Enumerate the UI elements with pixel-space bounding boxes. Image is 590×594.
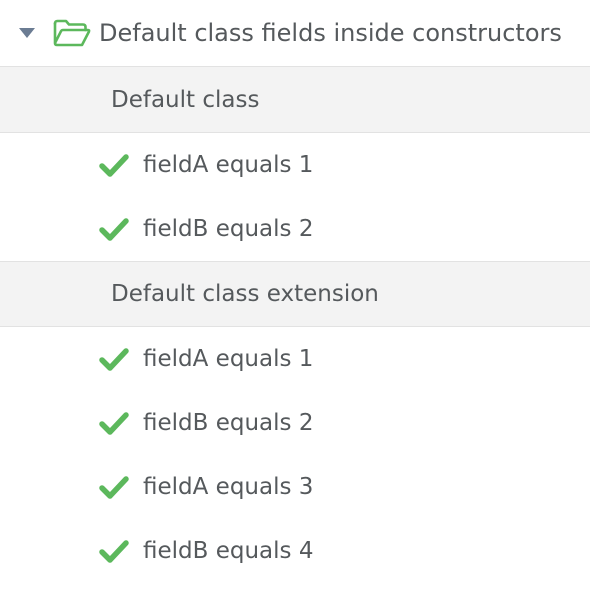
test-list: fieldA equals 1 fieldB equals 2 fieldA e… — [0, 327, 590, 583]
check-icon — [99, 411, 129, 435]
test-title: fieldA equals 1 — [143, 346, 314, 372]
test-row[interactable]: fieldB equals 4 — [0, 519, 590, 583]
test-title: fieldB equals 2 — [143, 216, 314, 242]
check-icon — [99, 539, 129, 563]
group-title: Default class — [111, 86, 260, 113]
test-row[interactable]: fieldB equals 2 — [0, 197, 590, 261]
test-title: fieldA equals 3 — [143, 474, 314, 500]
check-icon — [99, 217, 129, 241]
suite-title: Default class fields inside constructors — [99, 19, 562, 47]
suite-header[interactable]: Default class fields inside constructors — [0, 0, 590, 67]
test-title: fieldB equals 4 — [143, 538, 314, 564]
test-row[interactable]: fieldB equals 2 — [0, 391, 590, 455]
group-header[interactable]: Default class extension — [0, 261, 590, 327]
folder-open-icon — [53, 19, 91, 47]
group-header[interactable]: Default class — [0, 67, 590, 133]
test-row[interactable]: fieldA equals 1 — [0, 133, 590, 197]
test-title: fieldB equals 2 — [143, 410, 314, 436]
caret-down-icon[interactable] — [19, 28, 35, 38]
test-list: fieldA equals 1 fieldB equals 2 — [0, 133, 590, 261]
test-title: fieldA equals 1 — [143, 152, 314, 178]
group-title: Default class extension — [111, 281, 379, 307]
test-row[interactable]: fieldA equals 3 — [0, 455, 590, 519]
check-icon — [99, 347, 129, 371]
check-icon — [99, 153, 129, 177]
test-row[interactable]: fieldA equals 1 — [0, 327, 590, 391]
test-suite: Default class fields inside constructors… — [0, 0, 590, 583]
check-icon — [99, 475, 129, 499]
